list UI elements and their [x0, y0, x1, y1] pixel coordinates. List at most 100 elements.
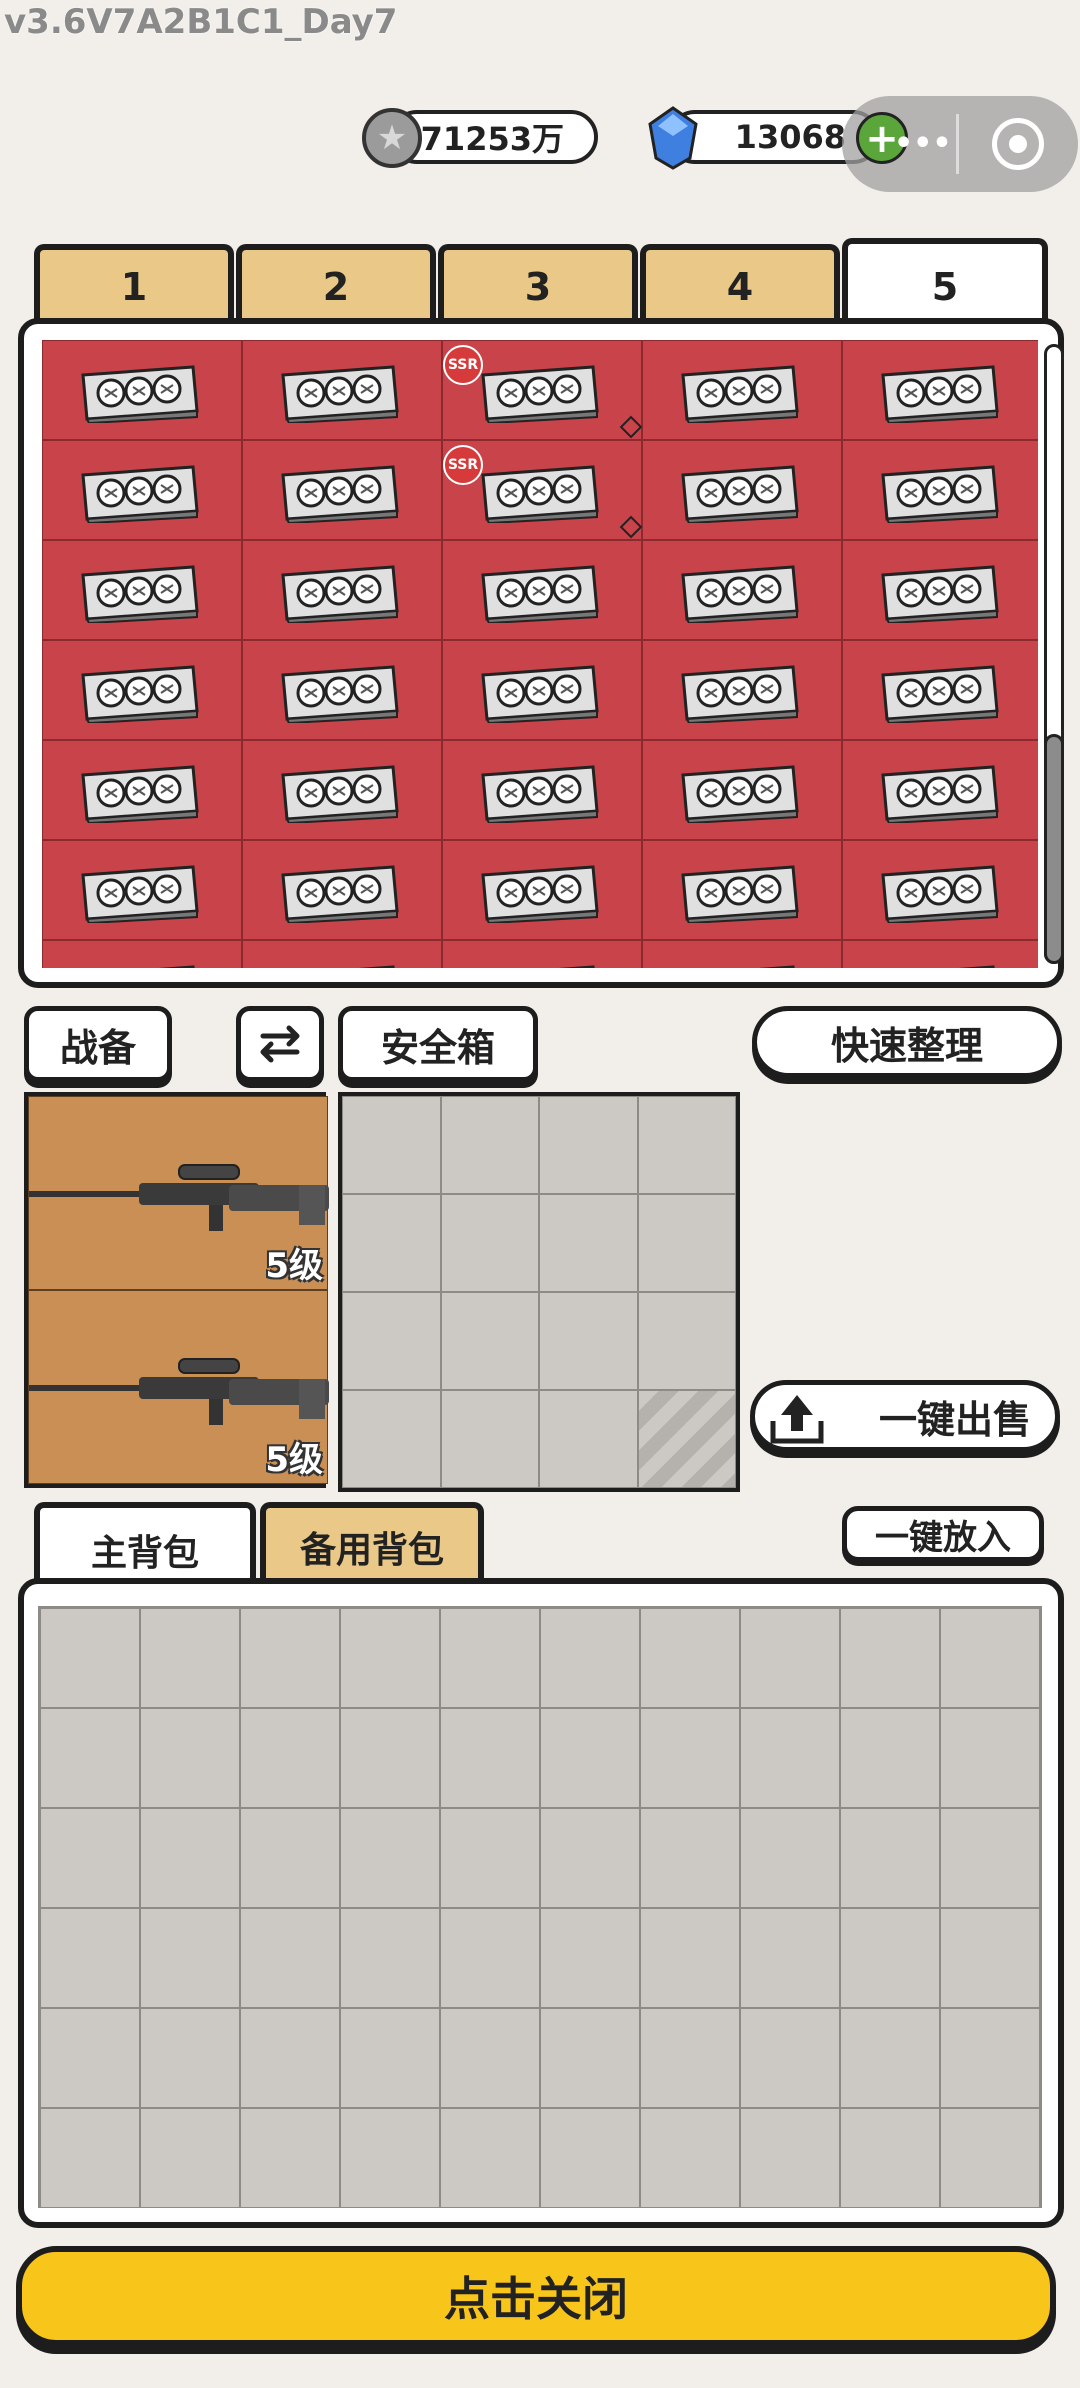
storage-cell[interactable]	[842, 540, 1038, 640]
safe-box-cell[interactable]	[342, 1292, 441, 1390]
backpack-cell[interactable]	[240, 2008, 340, 2108]
backpack-cell[interactable]	[140, 1908, 240, 2008]
backpack-cell[interactable]	[940, 1808, 1040, 1908]
storage-cell[interactable]	[842, 440, 1038, 540]
tab-storage-4[interactable]: 4	[640, 244, 840, 324]
safe-box-cell[interactable]	[342, 1194, 441, 1292]
storage-cell[interactable]	[842, 840, 1038, 940]
safe-box-cell[interactable]	[342, 1096, 441, 1194]
backpack-cell[interactable]	[240, 1708, 340, 1808]
backpack-cell[interactable]	[840, 1708, 940, 1808]
tab-storage-2[interactable]: 2	[236, 244, 436, 324]
storage-cell[interactable]	[42, 840, 242, 940]
storage-cell[interactable]	[242, 840, 442, 940]
swap-button[interactable]	[236, 1006, 324, 1082]
tab-storage-5[interactable]: 5	[842, 238, 1048, 330]
safe-box-cell[interactable]	[637, 1292, 736, 1390]
tab-storage-3[interactable]: 3	[438, 244, 638, 324]
backpack-cell[interactable]	[740, 2108, 840, 2208]
backpack-cell[interactable]	[240, 1908, 340, 2008]
backpack-cell[interactable]	[940, 2008, 1040, 2108]
backpack-cell[interactable]	[440, 1908, 540, 2008]
backpack-cell[interactable]	[540, 1908, 640, 2008]
backpack-cell[interactable]	[40, 1908, 140, 2008]
backpack-cell[interactable]	[940, 1908, 1040, 2008]
backpack-cell[interactable]	[840, 1608, 940, 1708]
storage-cell[interactable]	[42, 940, 242, 968]
weapon-slot[interactable]: 5级	[28, 1290, 329, 1484]
storage-cell[interactable]	[242, 540, 442, 640]
storage-scroll-thumb[interactable]	[1044, 734, 1064, 964]
storage-cell[interactable]	[242, 440, 442, 540]
storage-cell[interactable]	[442, 740, 642, 840]
safe-box-cell[interactable]	[440, 1096, 539, 1194]
storage-cell[interactable]: SSR	[442, 440, 643, 540]
storage-cell[interactable]	[842, 340, 1038, 440]
tab-spare-backpack[interactable]: 备用背包	[260, 1502, 484, 1586]
put-all-button[interactable]: 一键放入	[842, 1506, 1044, 1562]
loadout-button[interactable]: 战备	[24, 1006, 172, 1082]
storage-cell[interactable]	[842, 640, 1038, 740]
backpack-cell[interactable]	[640, 2108, 740, 2208]
tab-storage-1[interactable]: 1	[34, 244, 234, 324]
storage-cell[interactable]	[842, 940, 1038, 968]
storage-cell[interactable]	[42, 340, 242, 440]
safe-box-cell[interactable]	[342, 1390, 441, 1488]
backpack-cell[interactable]	[540, 2008, 640, 2108]
backpack-cell[interactable]	[440, 1708, 540, 1808]
backpack-cell[interactable]	[40, 2008, 140, 2108]
storage-cell[interactable]	[42, 540, 242, 640]
backpack-cell[interactable]	[40, 1708, 140, 1808]
storage-cell[interactable]: SSR	[442, 340, 643, 440]
storage-cell[interactable]	[42, 740, 242, 840]
backpack-cell[interactable]	[640, 1808, 740, 1908]
storage-cell[interactable]	[242, 940, 442, 968]
backpack-cell[interactable]	[940, 2108, 1040, 2208]
backpack-cell[interactable]	[340, 2008, 440, 2108]
sell-all-button[interactable]: 一键出售	[750, 1380, 1060, 1452]
storage-cell[interactable]	[442, 840, 642, 940]
storage-cell[interactable]	[642, 740, 842, 840]
backpack-cell[interactable]	[140, 1808, 240, 1908]
storage-cell[interactable]	[42, 640, 242, 740]
backpack-cell[interactable]	[340, 1908, 440, 2008]
weapon-slot[interactable]: 5级	[28, 1096, 329, 1290]
backpack-cell[interactable]	[740, 2008, 840, 2108]
safe-box-cell[interactable]	[440, 1292, 539, 1390]
backpack-cell[interactable]	[540, 1808, 640, 1908]
backpack-cell[interactable]	[240, 2108, 340, 2208]
exit-circle-icon[interactable]	[992, 118, 1044, 170]
safe-box-cell[interactable]	[637, 1194, 736, 1292]
backpack-cell[interactable]	[40, 1608, 140, 1708]
backpack-cell[interactable]	[140, 2008, 240, 2108]
storage-cell[interactable]	[642, 940, 842, 968]
safe-box-cell[interactable]	[539, 1390, 638, 1488]
quick-sort-button[interactable]: 快速整理	[752, 1006, 1062, 1078]
backpack-cell[interactable]	[640, 1908, 740, 2008]
backpack-cell[interactable]	[840, 2108, 940, 2208]
backpack-cell[interactable]	[240, 1808, 340, 1908]
backpack-cell[interactable]	[740, 1708, 840, 1808]
storage-cell[interactable]	[242, 340, 442, 440]
backpack-cell[interactable]	[140, 1608, 240, 1708]
backpack-cell[interactable]	[740, 1808, 840, 1908]
backpack-cell[interactable]	[40, 2108, 140, 2208]
safe-box-cell[interactable]	[440, 1194, 539, 1292]
backpack-cell[interactable]	[640, 1608, 740, 1708]
storage-cell[interactable]	[642, 640, 842, 740]
storage-cell[interactable]	[642, 440, 842, 540]
storage-cell[interactable]	[642, 840, 842, 940]
backpack-cell[interactable]	[140, 2108, 240, 2208]
storage-cell[interactable]	[42, 440, 242, 540]
backpack-cell[interactable]	[840, 1808, 940, 1908]
safe-box-button[interactable]: 安全箱	[338, 1006, 538, 1082]
backpack-cell[interactable]	[440, 1608, 540, 1708]
backpack-cell[interactable]	[240, 1608, 340, 1708]
safe-box-cell[interactable]	[637, 1096, 736, 1194]
backpack-cell[interactable]	[540, 1708, 640, 1808]
backpack-cell[interactable]	[440, 2008, 540, 2108]
backpack-cell[interactable]	[740, 1908, 840, 2008]
backpack-cell[interactable]	[540, 2108, 640, 2208]
backpack-cell[interactable]	[140, 1708, 240, 1808]
backpack-cell[interactable]	[940, 1708, 1040, 1808]
